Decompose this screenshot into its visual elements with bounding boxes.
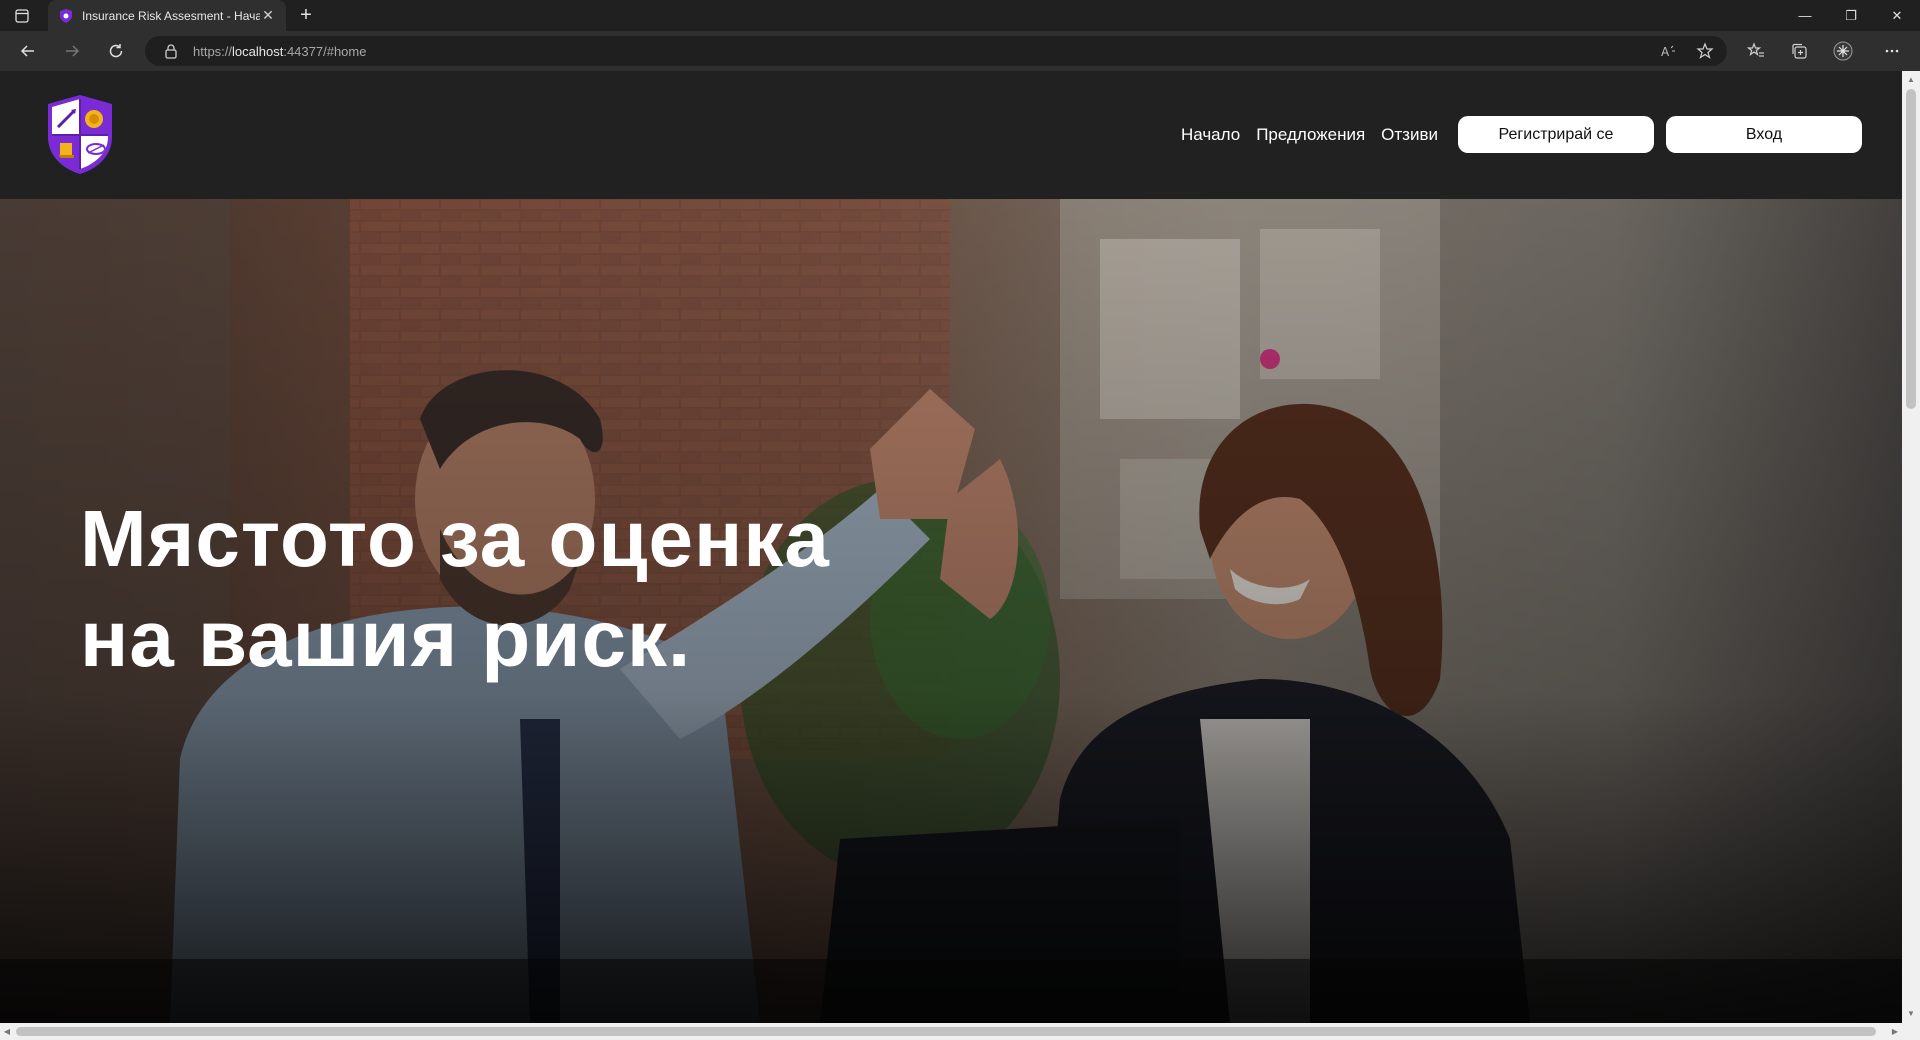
address-bar[interactable]: https://localhost:44377/#home [145,36,1727,66]
extensions-icon[interactable] [1831,39,1855,63]
forward-arrow-icon[interactable] [60,39,84,63]
browser-toolbar: https://localhost:44377/#home A [0,31,1920,71]
browser-tab-bar: Insurance Risk Assesment - Нача ✕ + — ❐ … [0,0,1920,31]
horizontal-scroll-thumb[interactable] [16,1027,1876,1036]
site-header: Начало Предложения Отзиви Регистрирай се… [0,71,1902,199]
register-button[interactable]: Регистрирай се [1458,116,1654,153]
new-tab-icon[interactable]: + [294,4,318,28]
collections-icon[interactable] [1787,39,1811,63]
login-button[interactable]: Вход [1666,116,1862,153]
scrollbar-corner [1902,1023,1920,1040]
hero-title-line-2: на вашия риск. [80,594,692,683]
svg-text:A: A [1661,45,1670,59]
favorites-icon[interactable] [1744,39,1768,63]
back-arrow-icon[interactable] [16,39,40,63]
site-favicon-icon [60,8,72,23]
hero-title-line-1: Мястото за оценка [80,494,830,583]
tab-actions-icon[interactable] [14,8,30,24]
site-logo[interactable] [44,93,116,175]
hero-title: Мястото за оценка на вашия риск. [80,489,1080,689]
hero-section: Мястото за оценка на вашия риск. [0,199,1902,1023]
page-viewport: Начало Предложения Отзиви Регистрирай се… [0,71,1902,1023]
tab-close-icon[interactable]: ✕ [260,7,276,24]
scroll-up-icon[interactable]: ▲ [1902,73,1920,87]
browser-tab[interactable]: Insurance Risk Assesment - Нача ✕ [48,0,286,31]
scroll-right-icon[interactable]: ▶ [1888,1023,1902,1040]
close-window-button[interactable]: ✕ [1874,0,1920,31]
nav-link-reviews[interactable]: Отзиви [1381,125,1438,145]
horizontal-scrollbar[interactable]: ◀ ▶ [0,1023,1902,1040]
vertical-scroll-thumb[interactable] [1906,89,1916,409]
tab-title: Insurance Risk Assesment - Нача [82,8,260,23]
refresh-icon[interactable] [104,39,128,63]
add-favorite-icon[interactable] [1693,39,1717,63]
minimize-button[interactable]: — [1782,0,1828,31]
read-aloud-icon[interactable]: A [1656,39,1680,63]
lock-icon [165,44,177,59]
address-url: https://localhost:44377/#home [193,43,367,59]
nav-link-home[interactable]: Начало [1181,125,1240,145]
nav-link-offers[interactable]: Предложения [1256,125,1365,145]
more-icon[interactable] [1880,39,1904,63]
restore-button[interactable]: ❐ [1828,0,1874,31]
scroll-left-icon[interactable]: ◀ [0,1023,14,1040]
scroll-down-icon[interactable]: ▼ [1902,1007,1920,1021]
main-nav: Начало Предложения Отзиви Регистрирай се… [1181,116,1862,153]
vertical-scrollbar[interactable]: ▲ ▼ [1902,71,1920,1023]
